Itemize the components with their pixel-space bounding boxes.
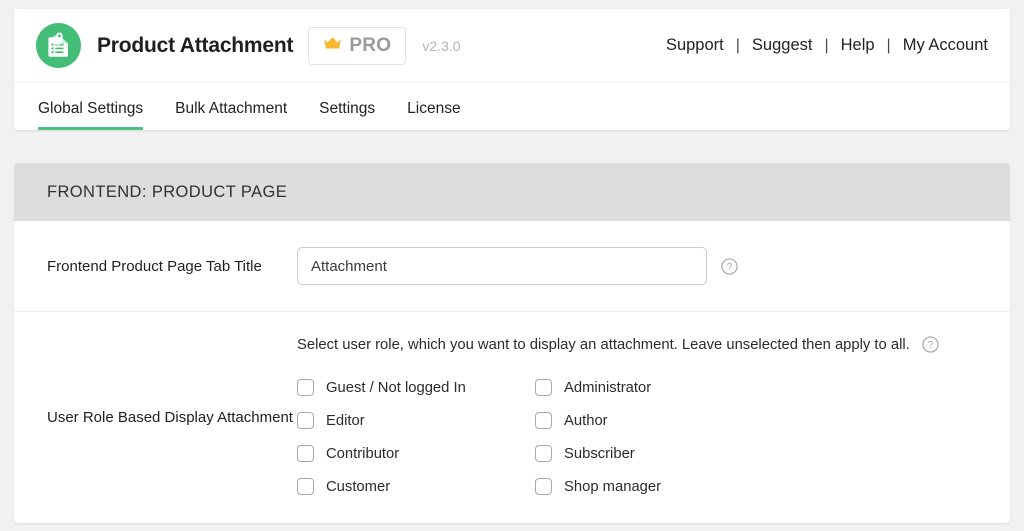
role-checkbox-subscriber[interactable]: Subscriber (535, 437, 988, 470)
role-checkbox-administrator[interactable]: Administrator (535, 371, 988, 404)
tab-title-input-wrap: ? (297, 247, 988, 285)
header-links: Support | Suggest | Help | My Account (666, 36, 988, 55)
checkbox-box[interactable] (297, 379, 314, 396)
header-card: Product Attachment PRO v2.3.0 Support | … (14, 9, 1010, 130)
tab-global-settings[interactable]: Global Settings (38, 100, 144, 130)
my-account-link[interactable]: My Account (903, 36, 988, 55)
pro-label: PRO (349, 34, 392, 56)
role-label: Guest / Not logged In (326, 379, 466, 396)
role-checkbox-contributor[interactable]: Contributor (297, 437, 535, 470)
link-separator: | (735, 36, 740, 54)
support-link[interactable]: Support (666, 36, 724, 55)
checkbox-box[interactable] (297, 445, 314, 462)
role-label: Customer (326, 478, 391, 495)
role-label: Contributor (326, 445, 400, 462)
svg-text:?: ? (928, 340, 934, 351)
brand-title: Product Attachment (97, 33, 294, 57)
link-separator: | (886, 36, 891, 54)
tab-bar: Global Settings Bulk Attachment Settings… (14, 83, 1010, 130)
user-roles-description: Select user role, which you want to disp… (297, 336, 910, 353)
role-label: Administrator (564, 379, 652, 396)
checkbox-box[interactable] (535, 445, 552, 462)
role-checkbox-author[interactable]: Author (535, 404, 988, 437)
admin-page: Product Attachment PRO v2.3.0 Support | … (0, 0, 1024, 531)
checkbox-box[interactable] (297, 478, 314, 495)
document-attachment-icon (36, 23, 81, 68)
checkbox-box[interactable] (297, 412, 314, 429)
section-title: FRONTEND: PRODUCT PAGE (47, 182, 288, 201)
pro-badge[interactable]: PRO (308, 26, 407, 65)
question-mark-circle-icon[interactable]: ? (721, 257, 738, 275)
tab-bulk-attachment[interactable]: Bulk Attachment (175, 100, 287, 130)
link-separator: | (824, 36, 829, 54)
field-row-user-roles: User Role Based Display Attachment Selec… (14, 312, 1010, 523)
role-label: Shop manager (564, 478, 662, 495)
role-checkbox-customer[interactable]: Customer (297, 470, 535, 503)
crown-icon (323, 36, 342, 55)
settings-panel: FRONTEND: PRODUCT PAGE Frontend Product … (14, 163, 1010, 523)
tab-settings[interactable]: Settings (319, 100, 375, 130)
user-roles-description-wrap: Select user role, which you want to disp… (297, 336, 988, 353)
brand-bar: Product Attachment PRO v2.3.0 Support | … (14, 9, 1010, 83)
panel-section-header: FRONTEND: PRODUCT PAGE (14, 163, 1010, 221)
tab-title-label: Frontend Product Page Tab Title (47, 258, 262, 275)
user-roles-checkbox-grid: Guest / Not logged In Administrator Edit… (297, 371, 988, 503)
tab-title-input[interactable] (297, 247, 707, 285)
version-label: v2.3.0 (422, 37, 461, 54)
role-checkbox-guest-not-logged-in[interactable]: Guest / Not logged In (297, 371, 535, 404)
tab-title-control: ? (297, 247, 988, 285)
svg-text:?: ? (727, 262, 733, 273)
question-mark-circle-icon[interactable]: ? (922, 336, 939, 353)
suggest-link[interactable]: Suggest (752, 36, 813, 55)
role-checkbox-shop-manager[interactable]: Shop manager (535, 470, 988, 503)
checkbox-box[interactable] (535, 478, 552, 495)
tab-license[interactable]: License (407, 100, 460, 130)
help-link[interactable]: Help (841, 36, 875, 55)
role-label: Author (564, 412, 608, 429)
role-checkbox-editor[interactable]: Editor (297, 404, 535, 437)
field-row-tab-title: Frontend Product Page Tab Title ? (14, 221, 1010, 312)
role-label: Editor (326, 412, 365, 429)
user-roles-label: User Role Based Display Attachment (47, 409, 293, 426)
checkbox-box[interactable] (535, 412, 552, 429)
user-roles-control: Select user role, which you want to disp… (297, 332, 988, 503)
checkbox-box[interactable] (535, 379, 552, 396)
role-label: Subscriber (564, 445, 635, 462)
